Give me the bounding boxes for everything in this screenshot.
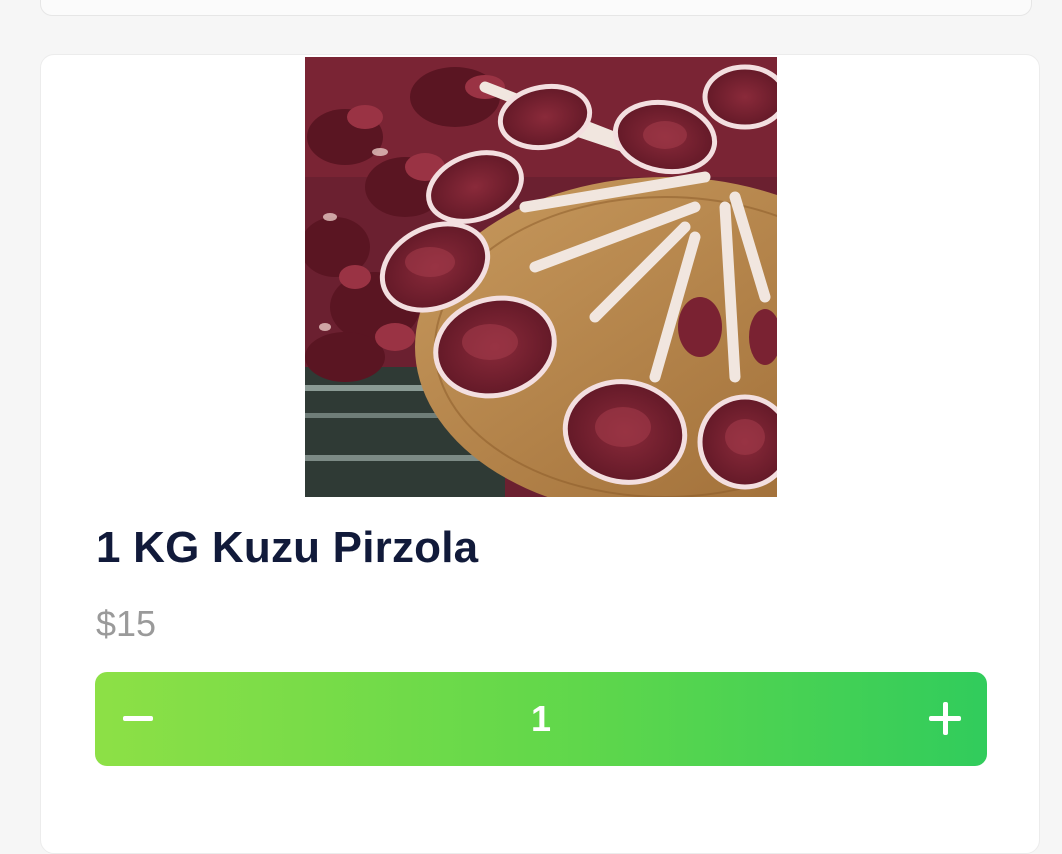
product-image bbox=[305, 57, 777, 497]
product-card: 1 KG Kuzu Pirzola $15 1 bbox=[40, 54, 1040, 854]
product-price: $15 bbox=[96, 603, 157, 644]
quantity-stepper: 1 bbox=[95, 672, 987, 766]
increment-button[interactable] bbox=[897, 672, 987, 766]
product-title: 1 KG Kuzu Pirzola bbox=[96, 523, 479, 572]
quantity-value: 1 bbox=[530, 698, 552, 739]
previous-product-card bbox=[40, 0, 1032, 16]
